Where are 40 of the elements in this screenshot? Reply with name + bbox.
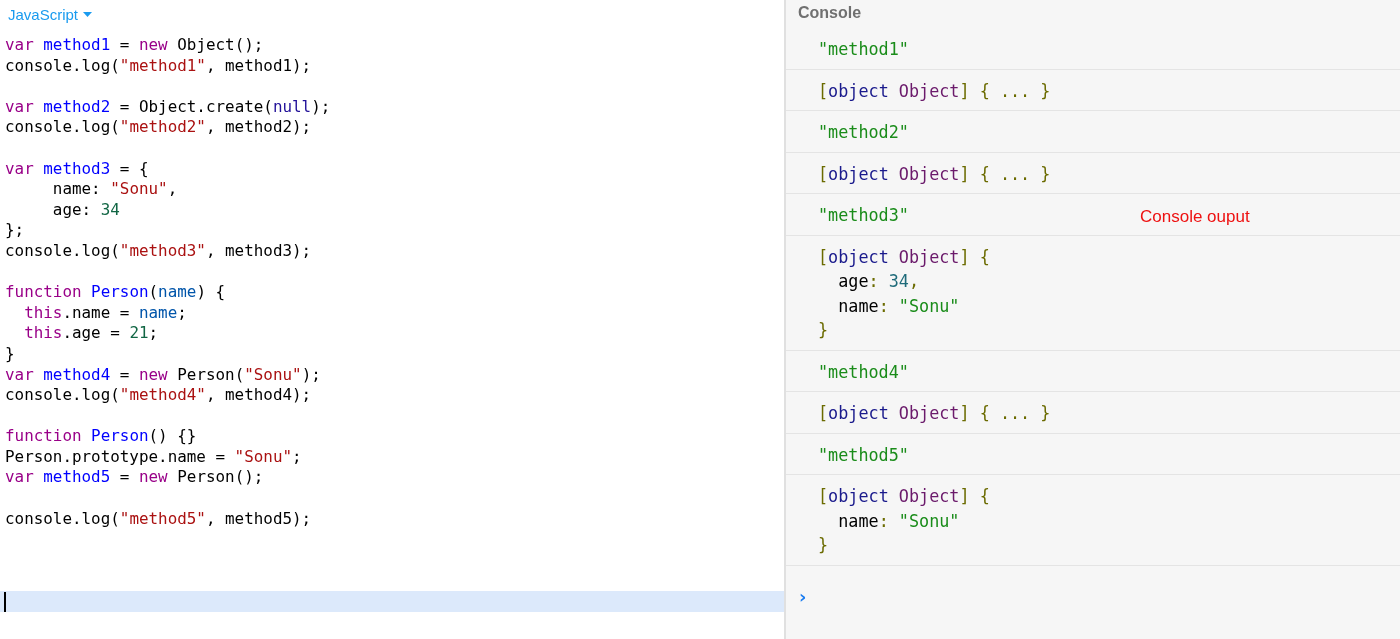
console-output-line: "method1"	[818, 38, 909, 61]
code-line: console.log("method5", method5);	[4, 508, 313, 530]
console-output-line: [object Object] { ... }	[818, 79, 1051, 103]
code-line: var method5 = new Person();	[4, 467, 265, 489]
code-line: this.name = name;	[23, 302, 188, 324]
console-output-line: name: "Sonu"	[837, 509, 960, 533]
annotation-text: Console ouput	[1140, 207, 1250, 227]
code-line: name: "Sonu",	[51, 179, 179, 200]
console-output-line: "method5"	[818, 443, 909, 467]
code-line: var method2 = Object.create(null);	[4, 96, 332, 118]
console-output-line: "method3"	[818, 204, 909, 227]
caret-icon	[83, 11, 93, 17]
console-output-line: }	[818, 534, 829, 557]
code-line: console.log("method2", method2);	[4, 117, 313, 138]
code-line: Person.prototype.name = "Sonu";	[4, 446, 303, 468]
code-line: console.log("method1", method1);	[4, 55, 313, 77]
console-output-line: [object Object] {	[818, 485, 990, 508]
console-prompt[interactable]: ›	[799, 585, 807, 607]
code-line: console.log("method4", method4);	[4, 385, 313, 406]
console-output-line: [object Object] {	[818, 245, 990, 269]
code-line: var method3 = {	[4, 158, 150, 180]
code-line: function Person() {}	[4, 426, 198, 447]
console-output-line: age: 34,	[837, 270, 920, 293]
console-output-line: [object Object] { ... }	[818, 402, 1051, 425]
code-line: var method1 = new Object();	[4, 35, 265, 56]
text-cursor	[4, 591, 6, 612]
code-line: };	[4, 220, 26, 241]
code-line: }	[4, 343, 16, 365]
console-output-line: "method2"	[818, 121, 909, 144]
code-line: console.log("method3", method3);	[4, 240, 313, 262]
code-line: age: 34	[51, 199, 121, 221]
console-output-line: }	[818, 319, 829, 342]
console-title: Console	[797, 3, 863, 23]
code-line: function Person(name) {	[4, 282, 227, 303]
code-line: this.age = 21;	[23, 323, 160, 344]
console-output-line: [object Object] { ... }	[818, 162, 1051, 186]
console-output-line: "method4"	[818, 360, 909, 384]
language-dropdown[interactable]: JavaScript	[8, 5, 93, 23]
code-line: var method4 = new Person("Sonu");	[4, 364, 322, 386]
console-output-line: name: "Sonu"	[837, 294, 960, 318]
